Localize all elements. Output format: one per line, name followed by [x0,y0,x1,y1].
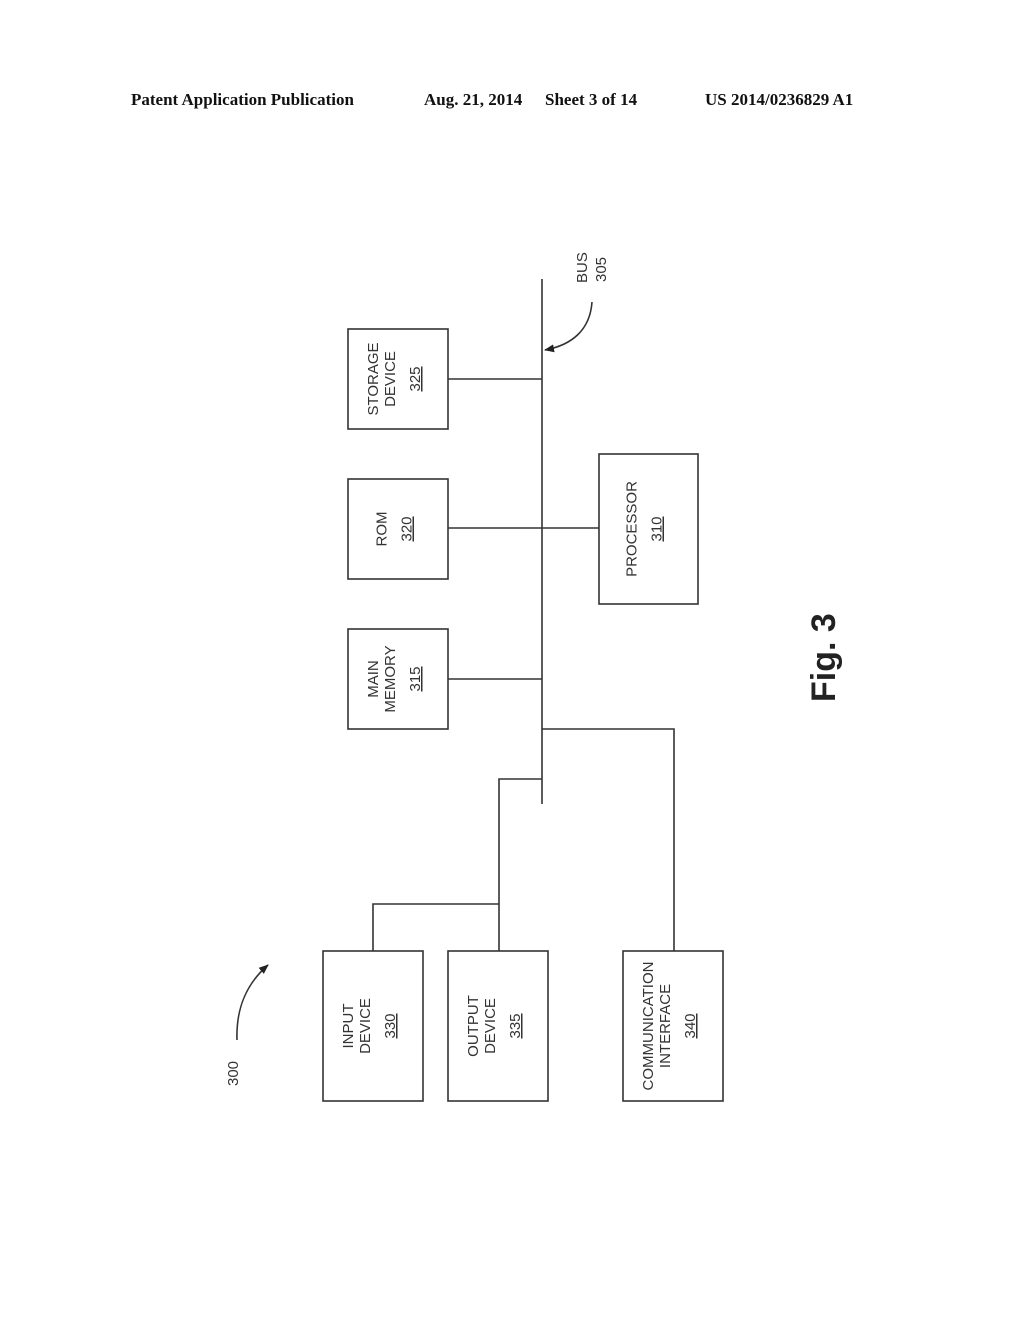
storage-ref: 325 [407,366,424,391]
output-label-line: OUTPUT [465,995,482,1057]
output-ref: 335 [507,1013,524,1038]
bus-arrow-icon [544,301,593,353]
figure-label: Fig. 3 [805,613,843,702]
block-diagram: STORAGE DEVICE 325ROM 320MAIN MEMORY 315PROCE… [225,252,843,1102]
main-memory-ref: 315 [407,666,424,691]
main-memory-label-line: MEMORY [382,645,399,712]
system-arrow-icon [236,964,269,1041]
processor-ref: 310 [649,516,666,541]
connector-io [498,778,542,951]
output-label-line: DEVICE [482,998,499,1054]
connector-input [372,903,499,951]
rom-label-line: ROM [374,512,391,547]
comm-label-line: COMMUNICATION [640,962,657,1091]
main-memory-label-line: MAIN [365,660,382,698]
storage-label-line: DEVICE [382,351,399,407]
connector-comm [542,728,675,951]
input-label-line: DEVICE [357,998,374,1054]
processor-label-line: PROCESSOR [624,481,641,577]
comm-label-line: INTERFACE [657,984,674,1068]
system-ref: 300 [225,1061,242,1086]
bus-label: BUS [574,252,591,283]
storage-label-line: STORAGE [365,342,382,415]
comm-ref: 340 [682,1013,699,1038]
rom-ref: 320 [399,516,416,541]
input-label-line: INPUT [340,1004,357,1049]
bus-ref: 305 [593,257,610,282]
input-ref: 330 [382,1013,399,1038]
